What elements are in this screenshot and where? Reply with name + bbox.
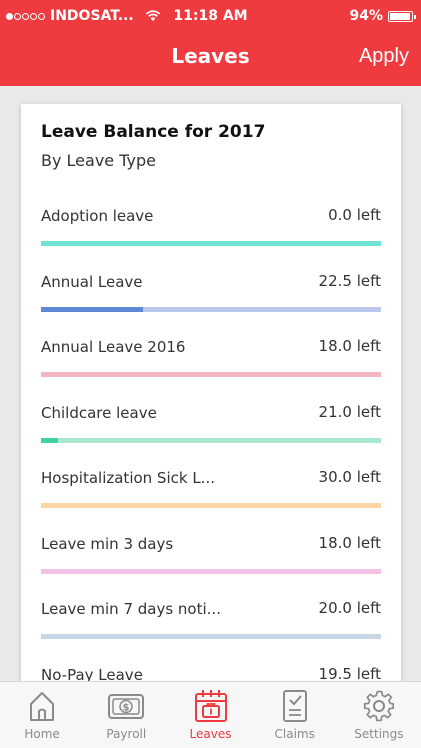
money-icon: $ [107,688,145,724]
leave-row[interactable]: Childcare leave 21.0 left [41,399,381,465]
leave-row[interactable]: Annual Leave 2016 18.0 left [41,333,381,399]
tab-label: Home [24,727,60,741]
leave-progress-track [41,634,381,639]
leave-balance-value: 22.5 left [318,271,381,290]
page-title: Leaves [171,44,250,68]
app-header: INDOSAT... 11:18 AM 94% Leaves Apply [0,0,421,86]
leave-progress-track [41,503,381,508]
apply-button[interactable]: Apply [359,45,409,68]
tab-payroll[interactable]: $ Payroll [84,682,168,748]
leave-balance-value: 30.0 left [318,468,381,486]
battery-percent: 94% [349,8,383,24]
battery-icon [388,10,416,22]
leave-balance-value: 18.0 left [318,337,381,355]
leave-progress-fill [41,437,58,443]
tab-claims[interactable]: Claims [253,682,337,748]
tab-settings[interactable]: Settings [337,682,421,748]
leave-row[interactable]: Hospitalization Sick L... 30.0 left [41,464,381,530]
home-icon [23,688,61,724]
tab-label: Settings [354,727,404,741]
clipboard-icon [276,688,314,724]
leave-progress-fill [41,241,381,246]
leave-progress-track [41,568,381,574]
tab-label: Claims [274,727,315,741]
leave-type-name: Leave min 3 days [41,534,174,553]
leave-row[interactable]: Annual Leave 22.5 left [41,268,381,334]
leave-progress-track [41,437,381,443]
leave-list: Adoption leave 0.0 left Annual Leave 22.5 l… [41,202,381,684]
leave-type-name: Hospitalization Sick L... [41,469,215,487]
leave-row[interactable]: Leave min 3 days 18.0 left [41,530,381,596]
leave-progress-track [41,306,381,312]
leave-row[interactable]: Adoption leave 0.0 left [41,202,381,268]
leave-balance-value: 21.0 left [318,402,381,421]
status-bar: INDOSAT... 11:18 AM 94% [0,0,421,32]
leave-type-name: Childcare leave [41,403,157,422]
leave-progress-track [41,241,381,246]
leave-type-name: Annual Leave 2016 [41,338,186,356]
svg-text:$: $ [123,703,130,714]
tab-label: Payroll [106,727,147,741]
leave-progress-track [41,372,381,377]
leave-row[interactable]: Leave min 7 days noti... 20.0 left [41,595,381,661]
card-title: Leave Balance for 2017 [41,122,266,142]
leave-progress-fill [41,306,143,312]
leave-balance-value: 0.0 left [328,206,381,224]
calendar-icon [192,688,230,724]
leave-balance-card: Leave Balance for 2017 By Leave Type Ado… [21,104,401,684]
leave-balance-value: 18.0 left [318,533,381,552]
leave-balance-value: 20.0 left [318,599,381,617]
tab-bar: Home $ Payroll Leaves Claims Settings [0,681,421,748]
leave-balance-value: 19.5 left [318,664,381,683]
gear-icon [360,688,398,724]
tab-leaves[interactable]: Leaves [168,682,252,748]
tab-home[interactable]: Home [0,682,84,748]
tab-label: Leaves [189,727,232,741]
card-subtitle: By Leave Type [41,151,156,170]
leave-type-name: Annual Leave [41,272,143,291]
status-right: 94% [349,8,416,24]
leave-type-name: Adoption leave [41,207,154,225]
leave-type-name: Leave min 7 days noti... [41,600,221,618]
